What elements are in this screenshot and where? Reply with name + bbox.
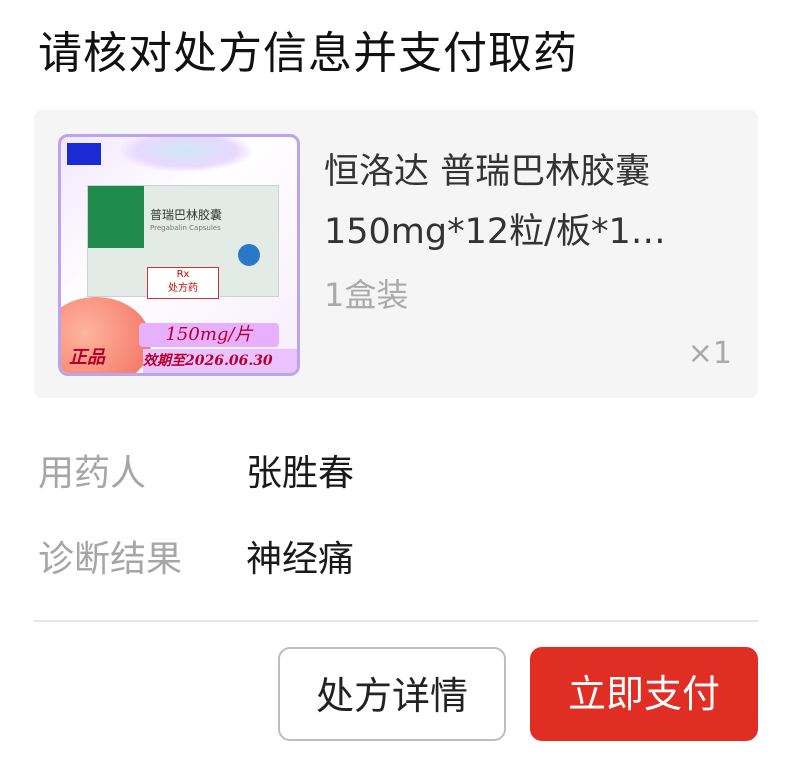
rx-badge: 处方药 [168, 283, 198, 294]
box-subtitle: Pregabalin Capsules [150, 224, 221, 232]
diagnosis-value: 神经痛 [246, 539, 355, 580]
prescription-detail-button[interactable]: 处方详情 [278, 647, 506, 741]
authentic-badge: 正品 [69, 347, 105, 368]
rx-badge-top: Rx [176, 269, 190, 280]
product-spec: 1盒装 [324, 276, 409, 314]
product-quantity: ×1 [687, 336, 732, 371]
divider [34, 620, 758, 622]
product-name[interactable]: 恒洛达 普瑞巴林胶囊 150mg*12粒/板*1… [324, 142, 724, 262]
box-green-panel [88, 186, 144, 248]
pay-now-button[interactable]: 立即支付 [530, 647, 758, 741]
box-logo-icon [238, 244, 260, 266]
expiry-band: 效期至2026.06.30 [143, 349, 297, 373]
image-blur [121, 137, 251, 171]
dose-band: 150mg/片 [139, 323, 279, 347]
page-title: 请核对处方信息并支付取药 [38, 28, 578, 79]
rx-label: Rx 处方药 [147, 267, 219, 299]
diagnosis-label: 诊断结果 [38, 539, 183, 580]
patient-value: 张胜春 [246, 453, 355, 494]
product-card[interactable]: 普瑞巴林胶囊 Pregabalin Capsules Rx 处方药 150mg/… [34, 110, 758, 398]
product-image[interactable]: 普瑞巴林胶囊 Pregabalin Capsules Rx 处方药 150mg/… [58, 134, 300, 376]
patient-label: 用药人 [38, 453, 147, 494]
box-name: 普瑞巴林胶囊 [150, 208, 223, 222]
image-corner-mark [67, 143, 101, 165]
